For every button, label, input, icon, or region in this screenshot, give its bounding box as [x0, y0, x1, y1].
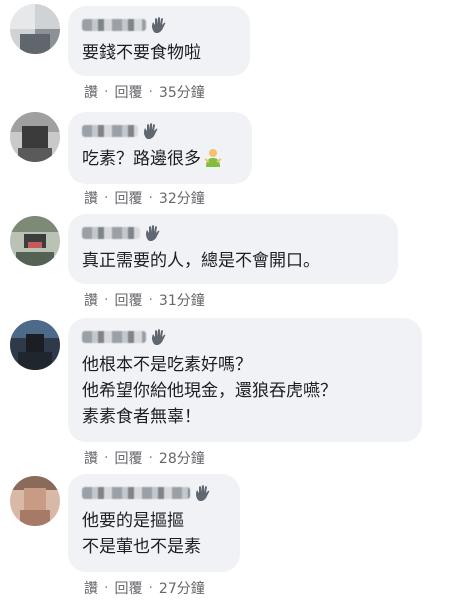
comment-line-3: 素素食者無辜！: [82, 407, 201, 427]
comment-line-1: 他根本不是吃素好嗎？: [82, 355, 252, 375]
separator: ·: [148, 84, 153, 100]
wave-icon: [142, 122, 158, 140]
commenter-name[interactable]: [82, 484, 226, 502]
comment-actions: 讚 · 回覆 · 27分鐘: [84, 578, 205, 598]
comment-text: 吃素？路邊很多: [82, 146, 238, 176]
separator: ·: [104, 84, 109, 100]
comment-actions: 讚 · 回覆 · 31分鐘: [84, 290, 205, 310]
like-link[interactable]: 讚: [84, 290, 98, 310]
reply-link[interactable]: 回覆: [114, 448, 142, 468]
avatar[interactable]: [10, 4, 60, 54]
commenter-name[interactable]: [82, 328, 408, 346]
avatar[interactable]: [10, 112, 60, 162]
timestamp[interactable]: 32分鐘: [159, 188, 205, 208]
comment-line-1: 他要的是摳摳: [82, 511, 184, 531]
separator: ·: [148, 580, 153, 596]
avatar[interactable]: [10, 476, 60, 526]
comment-bubble: 他要的是摳摳 不是葷也不是素: [68, 474, 240, 572]
wave-icon: [144, 224, 160, 242]
comment-text: 真正需要的人，總是不會開口。: [82, 251, 320, 271]
wave-icon: [194, 484, 210, 502]
timestamp[interactable]: 31分鐘: [159, 290, 205, 310]
comment-actions: 讚 · 回覆 · 28分鐘: [84, 448, 205, 468]
person-gesturing-icon: [203, 148, 223, 176]
separator: ·: [104, 580, 109, 596]
reply-link[interactable]: 回覆: [114, 290, 142, 310]
comment-bubble: 要錢不要食物啦: [68, 6, 250, 76]
separator: ·: [104, 190, 109, 206]
separator: ·: [148, 190, 153, 206]
separator: ·: [104, 450, 109, 466]
reply-link[interactable]: 回覆: [114, 82, 142, 102]
commenter-name[interactable]: [82, 16, 236, 34]
commenter-name[interactable]: [82, 224, 384, 242]
comment-line-2: 不是葷也不是素: [82, 537, 201, 557]
wave-icon: [150, 16, 166, 34]
separator: ·: [148, 450, 153, 466]
separator: ·: [104, 292, 109, 308]
timestamp[interactable]: 27分鐘: [159, 578, 205, 598]
like-link[interactable]: 讚: [84, 578, 98, 598]
like-link[interactable]: 讚: [84, 82, 98, 102]
comment-actions: 讚 · 回覆 · 32分鐘: [84, 188, 205, 208]
like-link[interactable]: 讚: [84, 188, 98, 208]
avatar[interactable]: [10, 216, 60, 266]
commenter-name[interactable]: [82, 122, 238, 140]
timestamp[interactable]: 28分鐘: [159, 448, 205, 468]
reply-link[interactable]: 回覆: [114, 188, 142, 208]
avatar[interactable]: [10, 320, 60, 370]
wave-icon: [150, 328, 166, 346]
timestamp[interactable]: 35分鐘: [159, 82, 205, 102]
comment-text: 要錢不要食物啦: [82, 43, 201, 63]
comment-text-body: 吃素？路邊很多: [82, 149, 201, 169]
like-link[interactable]: 讚: [84, 448, 98, 468]
comment-bubble: 他根本不是吃素好嗎？ 他希望你給他現金，還狼吞虎嚥？ 素素食者無辜！: [68, 318, 422, 442]
separator: ·: [148, 292, 153, 308]
reply-link[interactable]: 回覆: [114, 578, 142, 598]
comment-line-2: 他希望你給他現金，還狼吞虎嚥？: [82, 381, 337, 401]
comment-bubble: 真正需要的人，總是不會開口。: [68, 214, 398, 284]
comment-actions: 讚 · 回覆 · 35分鐘: [84, 82, 205, 102]
comment-bubble: 吃素？路邊很多: [68, 112, 252, 184]
